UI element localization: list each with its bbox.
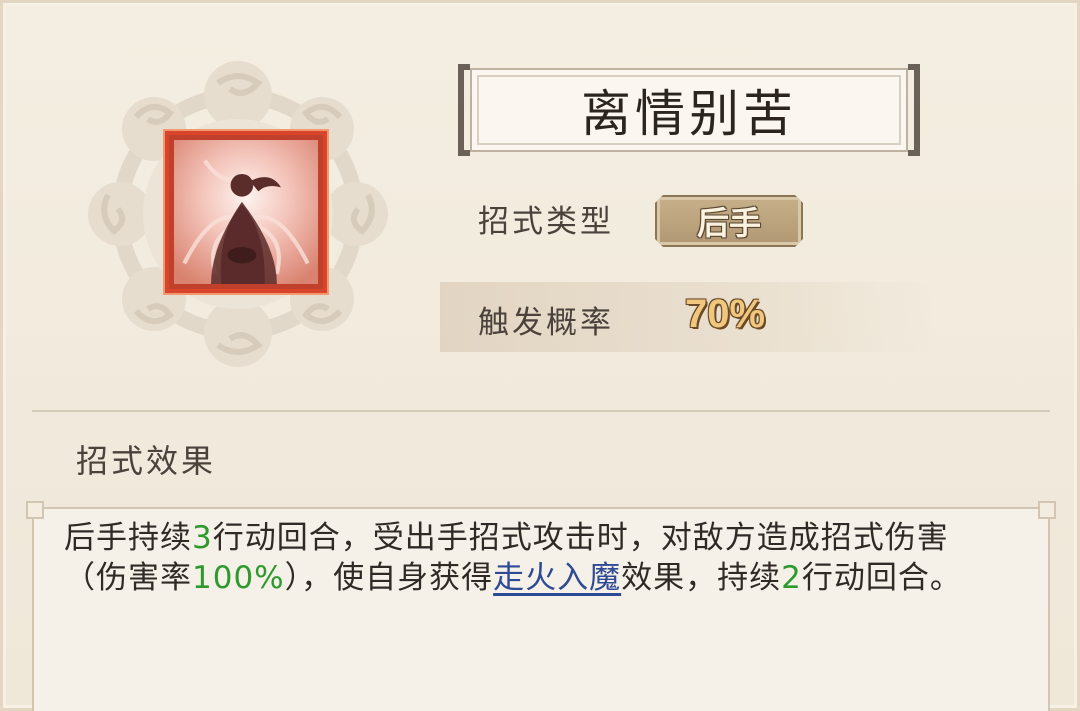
- effect-text-part: 效果，持续: [621, 560, 782, 596]
- effect-text-part: ），使自身获得: [284, 560, 494, 596]
- damage-rate-number: 100%: [192, 560, 285, 596]
- probability-value: 70%: [685, 292, 766, 336]
- meditating-figure-icon: [174, 140, 318, 284]
- effect-section-label: 招式效果: [76, 442, 217, 480]
- probability-label: 触发概率: [478, 305, 614, 341]
- skill-icon: [163, 129, 329, 295]
- plate-right-bracket: [908, 64, 920, 156]
- skill-type-value: 后手: [696, 204, 761, 242]
- effect-duration-number: 2: [781, 560, 802, 596]
- section-divider: [32, 410, 1050, 412]
- skill-type-label: 招式类型: [478, 204, 614, 240]
- skill-name-plate: 离情别苦: [458, 64, 920, 156]
- effect-text-part: 后手持续: [64, 520, 192, 556]
- plate-left-bracket: [458, 64, 470, 156]
- skill-name-inner: 离情别苦: [470, 68, 908, 152]
- effect-text-part: 行动回合。: [801, 560, 962, 596]
- corner-ornament: [26, 501, 44, 519]
- status-effect-link[interactable]: 走火入魔: [493, 560, 621, 596]
- corner-ornament: [1038, 501, 1056, 519]
- effect-description: 后手持续3行动回合，受出手招式攻击时，对敌方造成招式伤害（伤害率100%），使自…: [64, 518, 999, 598]
- skill-type-badge: 后手: [655, 195, 803, 247]
- duration-number: 3: [192, 520, 213, 556]
- skill-name: 离情别苦: [581, 85, 797, 143]
